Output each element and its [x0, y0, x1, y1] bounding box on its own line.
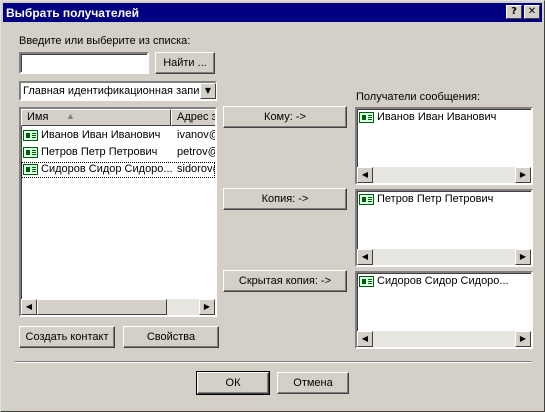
cancel-button[interactable]: Отмена [277, 372, 349, 394]
properties-button[interactable]: Свойства [123, 326, 219, 348]
table-row[interactable]: Иванов Иван Иванович ivanov@ [21, 128, 215, 144]
list-item[interactable]: Иванов Иван Иванович [357, 110, 531, 126]
contact-card-icon [359, 194, 374, 205]
recipients-label: Получатели сообщения: [356, 91, 481, 103]
ok-button[interactable]: ОК [196, 371, 270, 395]
find-button[interactable]: Найти ... [155, 52, 215, 74]
contact-email: petrov@ [177, 146, 217, 158]
help-button[interactable]: ? [506, 5, 522, 19]
contact-card-icon [23, 147, 38, 158]
select-recipients-dialog: Выбрать получателей ? ✕ Введите или выбе… [0, 0, 545, 412]
title-bar: Выбрать получателей [3, 3, 542, 22]
cc-hscrollbar[interactable]: ◀ ▶ [357, 249, 531, 265]
contact-card-icon [23, 164, 38, 175]
arrow-right-icon[interactable]: ▶ [515, 167, 531, 183]
arrow-left-icon[interactable]: ◀ [21, 299, 37, 315]
bcc-hscrollbar[interactable]: ◀ ▶ [357, 331, 531, 347]
bcc-button[interactable]: Скрытая копия: -> [223, 270, 347, 292]
arrow-right-icon[interactable]: ▶ [515, 249, 531, 265]
contacts-hscrollbar[interactable]: ◀ ▶ [21, 299, 215, 315]
to-button[interactable]: Кому: -> [223, 106, 347, 128]
contact-email: ivanov@ [177, 129, 217, 141]
list-item[interactable]: Сидоров Сидор Сидоро... [357, 274, 531, 290]
chevron-down-icon[interactable]: ▼ [200, 83, 216, 99]
contact-email: sidorov@ [177, 163, 215, 175]
dialog-title: Выбрать получателей [6, 6, 140, 20]
search-label: Введите или выберите из списка: [19, 35, 191, 47]
contacts-list[interactable]: Имя ▲ Адрес э Иванов Иван Иванович ivano… [19, 107, 217, 317]
contact-card-icon [359, 112, 374, 123]
list-item[interactable]: Петров Петр Петрович [357, 192, 531, 208]
column-header-name[interactable]: Имя ▲ [21, 109, 171, 126]
separator [15, 361, 532, 363]
close-button[interactable]: ✕ [524, 5, 540, 19]
arrow-left-icon[interactable]: ◀ [357, 167, 373, 183]
sort-ascending-icon: ▲ [66, 111, 75, 121]
contact-card-icon [23, 130, 38, 141]
contact-name: Петров Петр Петрович [41, 146, 158, 158]
address-book-selected: Главная идентификационная запись [23, 85, 211, 97]
new-contact-button[interactable]: Создать контакт [19, 326, 115, 348]
contact-name: Сидоров Сидор Сидоро... [41, 163, 173, 175]
to-recipients-list[interactable]: Иванов Иван Иванович ◀ ▶ [355, 107, 533, 185]
scroll-thumb[interactable] [37, 299, 167, 315]
cc-recipients-list[interactable]: Петров Петр Петрович ◀ ▶ [355, 189, 533, 267]
contact-name: Иванов Иван Иванович [41, 129, 161, 141]
bcc-recipients-list[interactable]: Сидоров Сидор Сидоро... ◀ ▶ [355, 271, 533, 349]
cc-button[interactable]: Копия: -> [223, 188, 347, 210]
arrow-left-icon[interactable]: ◀ [357, 249, 373, 265]
search-input[interactable] [19, 52, 149, 74]
table-row[interactable]: Петров Петр Петрович petrov@ [21, 145, 215, 161]
contact-card-icon [359, 276, 374, 287]
address-book-select[interactable]: Главная идентификационная запись [19, 81, 217, 101]
arrow-right-icon[interactable]: ▶ [199, 299, 215, 315]
to-hscrollbar[interactable]: ◀ ▶ [357, 167, 531, 183]
arrow-right-icon[interactable]: ▶ [515, 331, 531, 347]
column-header-email[interactable]: Адрес э [171, 109, 215, 126]
table-row[interactable]: Сидоров Сидор Сидоро... sidorov@ [21, 162, 215, 178]
arrow-left-icon[interactable]: ◀ [357, 331, 373, 347]
